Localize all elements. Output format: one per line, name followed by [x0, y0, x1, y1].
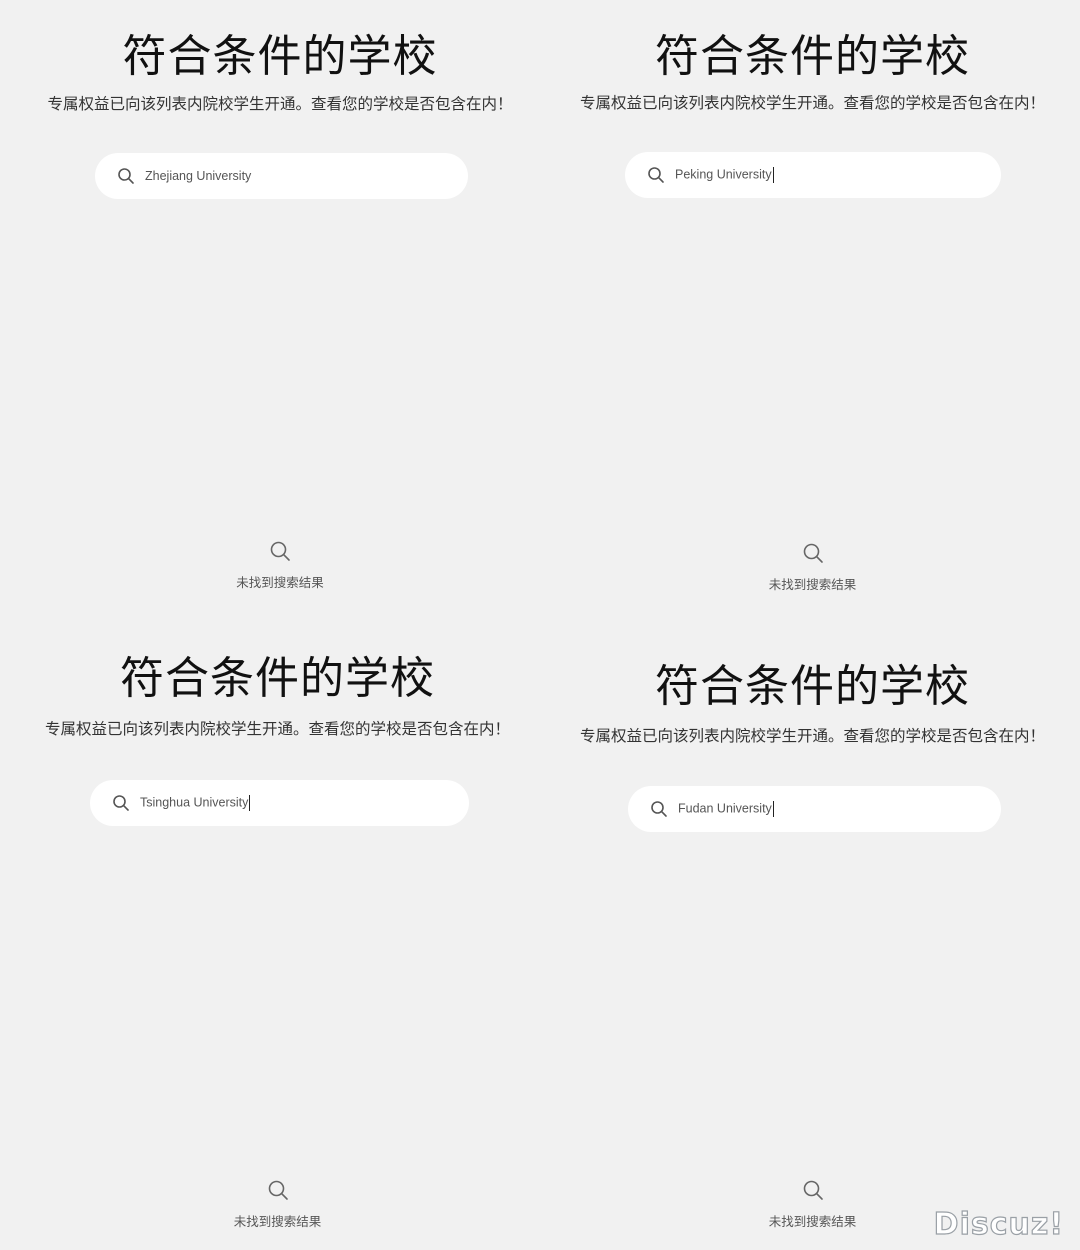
page-subtitle: 专属权益已向该列表内院校学生开通。查看您的学校是否包含在内！: [44, 720, 510, 738]
empty-state: 未找到搜索结果: [0, 1179, 555, 1230]
search-icon: [802, 1179, 824, 1201]
search-input[interactable]: Fudan University: [628, 786, 1001, 832]
empty-state: 未找到搜索结果: [545, 542, 1080, 593]
search-icon: [269, 540, 291, 562]
empty-state-text: 未找到搜索结果: [233, 1214, 322, 1229]
page-subtitle: 专属权益已向该列表内院校学生开通。查看您的学校是否包含在内！: [579, 94, 1045, 112]
watermark: Discuz!: [933, 1206, 1064, 1242]
empty-state-text: 未找到搜索结果: [236, 575, 324, 590]
search-icon: [112, 794, 130, 812]
page-title: 符合条件的学校: [655, 661, 970, 712]
page-title: 符合条件的学校: [122, 31, 438, 82]
page-subtitle: 专属权益已向该列表内院校学生开通。查看您的学校是否包含在内！: [47, 95, 513, 113]
search-icon: [117, 167, 135, 185]
page-title: 符合条件的学校: [655, 31, 970, 82]
search-input[interactable]: Peking University: [625, 152, 1001, 198]
search-icon: [802, 542, 824, 564]
text-cursor: [249, 795, 251, 811]
empty-state-text: 未找到搜索结果: [768, 577, 857, 592]
page-title: 符合条件的学校: [120, 653, 435, 704]
search-icon: [647, 166, 665, 184]
search-input[interactable]: Tsinghua University: [90, 780, 469, 826]
panel-fudan: 符合条件的学校 专属权益已向该列表内院校学生开通。查看您的学校是否包含在内！ F…: [545, 620, 1080, 1250]
search-icon: [650, 800, 668, 818]
text-cursor: [772, 167, 774, 183]
search-input-value: Peking University: [675, 167, 774, 183]
page-subtitle: 专属权益已向该列表内院校学生开通。查看您的学校是否包含在内！: [579, 727, 1045, 745]
panel-zhejiang: 符合条件的学校 专属权益已向该列表内院校学生开通。查看您的学校是否包含在内！ Z…: [0, 0, 560, 610]
search-input-value: Zhejiang University: [145, 169, 252, 183]
search-icon: [267, 1179, 289, 1201]
search-input[interactable]: Zhejiang University: [95, 153, 468, 199]
panel-peking: 符合条件的学校 专属权益已向该列表内院校学生开通。查看您的学校是否包含在内！ P…: [545, 0, 1080, 610]
panel-tsinghua: 符合条件的学校 专属权益已向该列表内院校学生开通。查看您的学校是否包含在内！ T…: [0, 620, 555, 1250]
search-input-value: Fudan University: [678, 801, 774, 817]
search-input-value: Tsinghua University: [140, 795, 251, 811]
text-cursor: [772, 801, 774, 817]
empty-state: 未找到搜索结果: [0, 540, 560, 591]
